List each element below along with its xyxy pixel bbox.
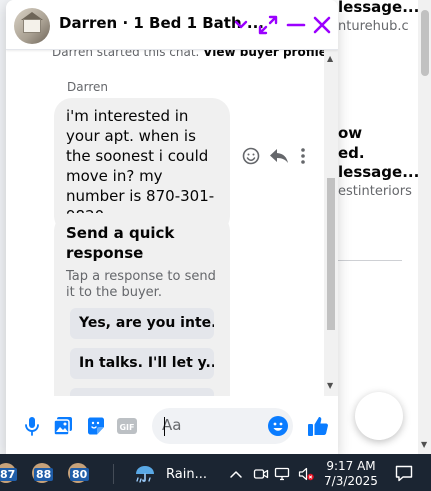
message-input[interactable]: [162, 416, 262, 434]
quick-response-option[interactable]: [70, 388, 214, 396]
scroll-down-arrow-icon[interactable]: ▼: [327, 381, 333, 390]
taskbar: 87 88 80 Rain... 9:17 AM 7/3/2025: [0, 454, 431, 491]
expand-icon[interactable]: [256, 13, 280, 37]
scroll-up-arrow-icon[interactable]: ▲: [327, 54, 333, 63]
clock-date: 7/3/2025: [324, 474, 378, 488]
weather-label[interactable]: Rain...: [166, 467, 207, 482]
taskbar-clock[interactable]: 9:17 AM 7/3/2025: [322, 459, 380, 489]
background-conversation-list: [330, 0, 418, 454]
quick-response-card: Send a quick response Tap a response to …: [54, 213, 230, 396]
taskbar-app-badge: 80: [70, 468, 90, 481]
clock-time: 9:17 AM: [326, 459, 376, 473]
notification-icon[interactable]: [395, 465, 413, 482]
quick-response-subtitle: Tap a response to send it to the buyer.: [66, 269, 216, 300]
emoji-icon[interactable]: [267, 415, 289, 437]
chat-window: Darren · 1 Bed 1 Bath ... Darren started…: [6, 0, 338, 454]
bg-item-title-line[interactable]: ow: [338, 124, 362, 142]
bg-item-subtitle: nturehub.c: [338, 19, 409, 34]
sticker-icon[interactable]: [85, 415, 107, 437]
chat-started-text: Darren started this chat.: [52, 50, 204, 59]
chat-started-note: Darren started this chat. View buyer pro…: [52, 50, 327, 59]
quick-response-option[interactable]: In talks. I'll let y...: [70, 348, 214, 379]
message-list[interactable]: Darren started this chat. View buyer pro…: [6, 50, 338, 396]
react-smiley-icon[interactable]: [241, 146, 261, 166]
meet-now-icon[interactable]: [253, 467, 269, 481]
bg-item-title-line[interactable]: lessage...: [338, 163, 419, 181]
message-input-box[interactable]: [152, 408, 293, 444]
page-scrollbar-thumb[interactable]: [421, 10, 429, 76]
bg-item-subtitle: estinteriors: [338, 184, 412, 199]
thumbs-up-icon[interactable]: [306, 414, 330, 438]
sender-name: Darren: [67, 80, 108, 94]
chevron-up-icon[interactable]: [228, 467, 244, 481]
minimize-icon[interactable]: [284, 13, 308, 37]
bg-item-title-line[interactable]: ed.: [338, 144, 365, 162]
divider: [336, 260, 402, 261]
volume-muted-icon[interactable]: [298, 467, 314, 481]
taskbar-separator: [113, 464, 114, 484]
microphone-icon[interactable]: [21, 415, 43, 437]
chevron-down-icon[interactable]: [229, 13, 253, 37]
text-caret: [164, 417, 165, 436]
house-icon: [23, 19, 41, 33]
quick-response-option[interactable]: Yes, are you inte...: [70, 308, 214, 339]
svg-text:GIF: GIF: [119, 423, 134, 432]
reply-icon[interactable]: [268, 146, 290, 166]
more-options-icon[interactable]: [300, 146, 306, 166]
chat-scrollbar-thumb[interactable]: [327, 178, 335, 330]
composer: GIF: [6, 396, 338, 454]
gif-icon[interactable]: GIF: [116, 415, 138, 437]
taskbar-app-badge: 88: [34, 468, 54, 481]
close-icon[interactable]: [310, 13, 334, 37]
scroll-down-arrow-icon[interactable]: ▼: [421, 440, 427, 449]
taskbar-app-badge: 87: [0, 468, 18, 481]
photo-icon[interactable]: [52, 415, 74, 437]
chat-header: Darren · 1 Bed 1 Bath ...: [6, 0, 338, 50]
view-buyer-profile-link[interactable]: View buyer profile: [203, 50, 327, 59]
quick-response-title: Send a quick response: [66, 224, 175, 262]
rain-umbrella-icon[interactable]: [134, 463, 156, 485]
bg-item-title[interactable]: lessage...: [338, 0, 419, 16]
network-icon[interactable]: [274, 467, 290, 481]
avatar[interactable]: [14, 8, 50, 44]
new-message-button[interactable]: [355, 392, 403, 440]
